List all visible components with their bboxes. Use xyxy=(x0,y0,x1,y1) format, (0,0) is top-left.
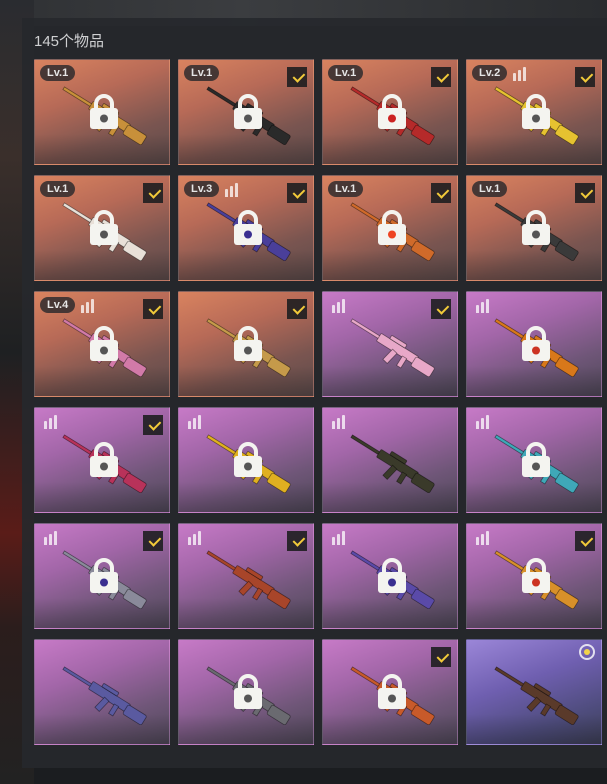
level-badge: Lv.4 xyxy=(40,297,76,313)
inventory-item[interactable]: Lv.1 xyxy=(322,59,458,165)
lock-icon xyxy=(90,442,118,477)
inventory-item[interactable] xyxy=(178,407,314,513)
lock-icon xyxy=(90,94,118,129)
checkmark-icon[interactable] xyxy=(143,415,163,435)
inventory-item[interactable] xyxy=(466,291,602,397)
level-badge: Lv.1 xyxy=(328,181,364,197)
inventory-item[interactable]: Lv.3 xyxy=(178,175,314,281)
lock-icon xyxy=(234,94,262,129)
rarity-bars-icon xyxy=(476,531,489,545)
checkmark-icon[interactable] xyxy=(431,67,451,87)
lock-icon xyxy=(90,210,118,245)
inventory-item[interactable] xyxy=(466,523,602,629)
inventory-item[interactable]: Lv.4 xyxy=(34,291,170,397)
level-badge: Lv.2 xyxy=(472,65,508,81)
checkmark-icon[interactable] xyxy=(143,299,163,319)
inventory-item[interactable] xyxy=(34,523,170,629)
item-count: 145个物品 xyxy=(34,33,105,50)
rarity-bars-icon xyxy=(225,183,238,197)
rifle-icon xyxy=(206,550,291,610)
lock-icon xyxy=(378,94,406,129)
lock-icon xyxy=(90,326,118,361)
inventory-item[interactable] xyxy=(322,291,458,397)
inventory-grid: Lv.1 Lv.1 Lv.1 Lv.2 Lv.1 Lv.3 Lv.1 Lv.1 Lv.4 xyxy=(34,59,602,745)
rarity-bars-icon xyxy=(44,415,57,429)
rifle-icon xyxy=(350,318,435,378)
rifle-icon xyxy=(350,434,435,494)
checkmark-icon[interactable] xyxy=(575,531,595,551)
rarity-bars-icon xyxy=(476,415,489,429)
rarity-bars-icon xyxy=(332,415,345,429)
inventory-item[interactable]: Lv.1 xyxy=(466,175,602,281)
checkmark-icon[interactable] xyxy=(287,183,307,203)
checkmark-icon[interactable] xyxy=(143,183,163,203)
inventory-item[interactable] xyxy=(466,639,602,745)
checkmark-icon[interactable] xyxy=(431,647,451,667)
inventory-item[interactable]: Lv.1 xyxy=(322,175,458,281)
inventory-item[interactable] xyxy=(322,407,458,513)
inventory-item[interactable] xyxy=(322,523,458,629)
lock-icon xyxy=(234,326,262,361)
level-badge: Lv.3 xyxy=(184,181,220,197)
rarity-bars-icon xyxy=(476,299,489,313)
lock-icon xyxy=(522,94,550,129)
rarity-bars-icon xyxy=(332,531,345,545)
lock-icon xyxy=(378,674,406,709)
checkmark-icon[interactable] xyxy=(287,531,307,551)
inventory-item[interactable] xyxy=(178,523,314,629)
level-badge: Lv.1 xyxy=(40,65,76,81)
lock-icon xyxy=(378,210,406,245)
lock-icon xyxy=(522,326,550,361)
rarity-bars-icon xyxy=(81,299,94,313)
checkmark-icon[interactable] xyxy=(575,183,595,203)
level-badge: Lv.1 xyxy=(40,181,76,197)
lock-icon xyxy=(90,558,118,593)
lock-icon xyxy=(522,210,550,245)
lock-icon xyxy=(522,442,550,477)
checkmark-icon[interactable] xyxy=(575,67,595,87)
rarity-bars-icon xyxy=(44,531,57,545)
inventory-item[interactable]: Lv.1 xyxy=(34,59,170,165)
lock-icon xyxy=(378,558,406,593)
level-badge: Lv.1 xyxy=(184,65,220,81)
inventory-item[interactable]: Lv.1 xyxy=(34,175,170,281)
inventory-item[interactable]: Lv.1 xyxy=(178,59,314,165)
checkmark-icon[interactable] xyxy=(431,299,451,319)
inventory-item[interactable] xyxy=(322,639,458,745)
inventory-item[interactable]: Lv.2 xyxy=(466,59,602,165)
rarity-bars-icon xyxy=(188,531,201,545)
level-badge: Lv.1 xyxy=(472,181,508,197)
checkmark-icon[interactable] xyxy=(287,299,307,319)
lock-icon xyxy=(234,442,262,477)
inventory-item[interactable] xyxy=(466,407,602,513)
inventory-item[interactable] xyxy=(34,407,170,513)
rifle-icon xyxy=(494,666,579,726)
lock-icon xyxy=(234,210,262,245)
checkmark-icon[interactable] xyxy=(287,67,307,87)
lock-icon xyxy=(522,558,550,593)
rifle-icon xyxy=(62,666,147,726)
rarity-bars-icon xyxy=(513,67,526,81)
lock-icon xyxy=(234,674,262,709)
level-badge: Lv.1 xyxy=(328,65,364,81)
checkmark-icon[interactable] xyxy=(431,183,451,203)
rarity-bars-icon xyxy=(188,415,201,429)
rarity-bars-icon xyxy=(332,299,345,313)
inventory-item[interactable] xyxy=(178,291,314,397)
checkmark-icon[interactable] xyxy=(143,531,163,551)
inventory-item[interactable] xyxy=(178,639,314,745)
inventory-item[interactable] xyxy=(34,639,170,745)
equipped-indicator-icon xyxy=(579,644,595,660)
